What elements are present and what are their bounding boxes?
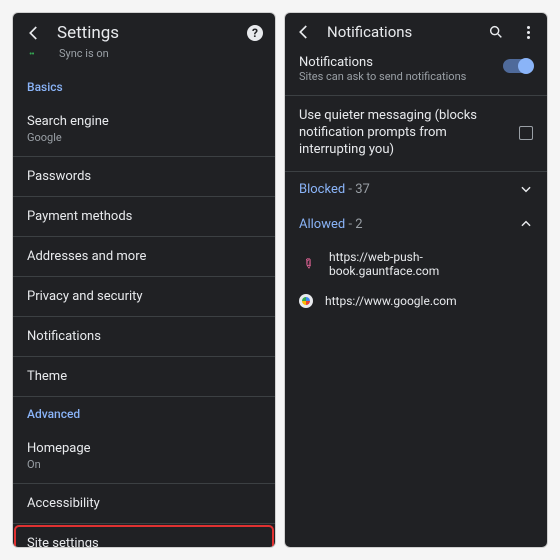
row-privacy[interactable]: Privacy and security: [13, 277, 275, 317]
notifications-title: Notifications: [327, 23, 473, 41]
row-search-engine[interactable]: Search engine Google: [13, 102, 275, 157]
site-url: https://www.google.com: [325, 294, 457, 308]
quieter-checkbox[interactable]: [519, 126, 533, 140]
row-payment-methods[interactable]: Payment methods: [13, 197, 275, 237]
row-label: Payment methods: [27, 209, 261, 224]
site-favicon-icon: ✎: [295, 251, 320, 276]
help-icon[interactable]: ?: [247, 25, 263, 41]
row-label: Accessibility: [27, 496, 261, 511]
back-arrow-icon[interactable]: [295, 23, 313, 41]
blocked-count: - 37: [345, 182, 370, 197]
allowed-count: - 2: [345, 217, 362, 232]
row-sub: On: [27, 458, 261, 471]
master-toggle[interactable]: [503, 59, 533, 73]
allowed-site-row[interactable]: https://www.google.com: [285, 286, 547, 316]
master-toggle-label: Notifications: [299, 55, 495, 70]
chevron-down-icon: [519, 182, 533, 196]
search-icon[interactable]: [487, 24, 505, 40]
sync-icon: ••: [29, 49, 34, 60]
row-label: Addresses and more: [27, 249, 261, 264]
row-label: Notifications: [27, 329, 261, 344]
row-accessibility[interactable]: Accessibility: [13, 484, 275, 524]
site-favicon-icon: [299, 294, 313, 308]
quieter-messaging-row[interactable]: Use quieter messaging (blocks notificati…: [285, 96, 547, 171]
row-label: Search engine: [27, 114, 261, 129]
master-toggle-sub: Sites can ask to send notifications: [299, 70, 495, 83]
section-basics-label: Basics: [13, 70, 275, 102]
blocked-section[interactable]: Blocked - 37: [285, 172, 547, 207]
blocked-label: Blocked: [299, 182, 345, 197]
settings-title: Settings: [57, 23, 233, 43]
section-advanced-label: Advanced: [13, 397, 275, 429]
row-sub: Google: [27, 131, 261, 144]
allowed-section[interactable]: Allowed - 2: [285, 207, 547, 242]
chevron-up-icon: [519, 217, 533, 231]
notifications-screen: Notifications Notifications Sites can as…: [284, 12, 548, 548]
row-notifications[interactable]: Notifications: [13, 317, 275, 357]
notifications-header: Notifications: [285, 13, 547, 51]
row-label: Theme: [27, 369, 261, 384]
allowed-label: Allowed: [299, 217, 345, 232]
sync-status: Sync is on: [59, 47, 263, 60]
row-label: Passwords: [27, 169, 261, 184]
row-label: Homepage: [27, 441, 261, 456]
row-passwords[interactable]: Passwords: [13, 157, 275, 197]
overflow-menu-icon[interactable]: [519, 26, 537, 39]
allowed-site-row[interactable]: ✎ https://web-push-book.gauntface.com: [285, 242, 547, 286]
quieter-label: Use quieter messaging (blocks notificati…: [299, 108, 511, 159]
settings-header: Settings ?: [13, 13, 275, 47]
sync-row[interactable]: Sync is on: [13, 47, 275, 70]
row-addresses[interactable]: Addresses and more: [13, 237, 275, 277]
settings-screen: Settings ? •• Sync is on Basics Search e…: [12, 12, 276, 548]
back-arrow-icon[interactable]: [25, 24, 43, 42]
site-url: https://web-push-book.gauntface.com: [329, 250, 533, 278]
master-toggle-row[interactable]: Notifications Sites can ask to send noti…: [285, 51, 547, 95]
row-label: Site settings: [27, 536, 261, 547]
row-homepage[interactable]: Homepage On: [13, 429, 275, 484]
row-site-settings[interactable]: Site settings: [13, 524, 275, 547]
row-label: Privacy and security: [27, 289, 261, 304]
row-theme[interactable]: Theme: [13, 357, 275, 397]
